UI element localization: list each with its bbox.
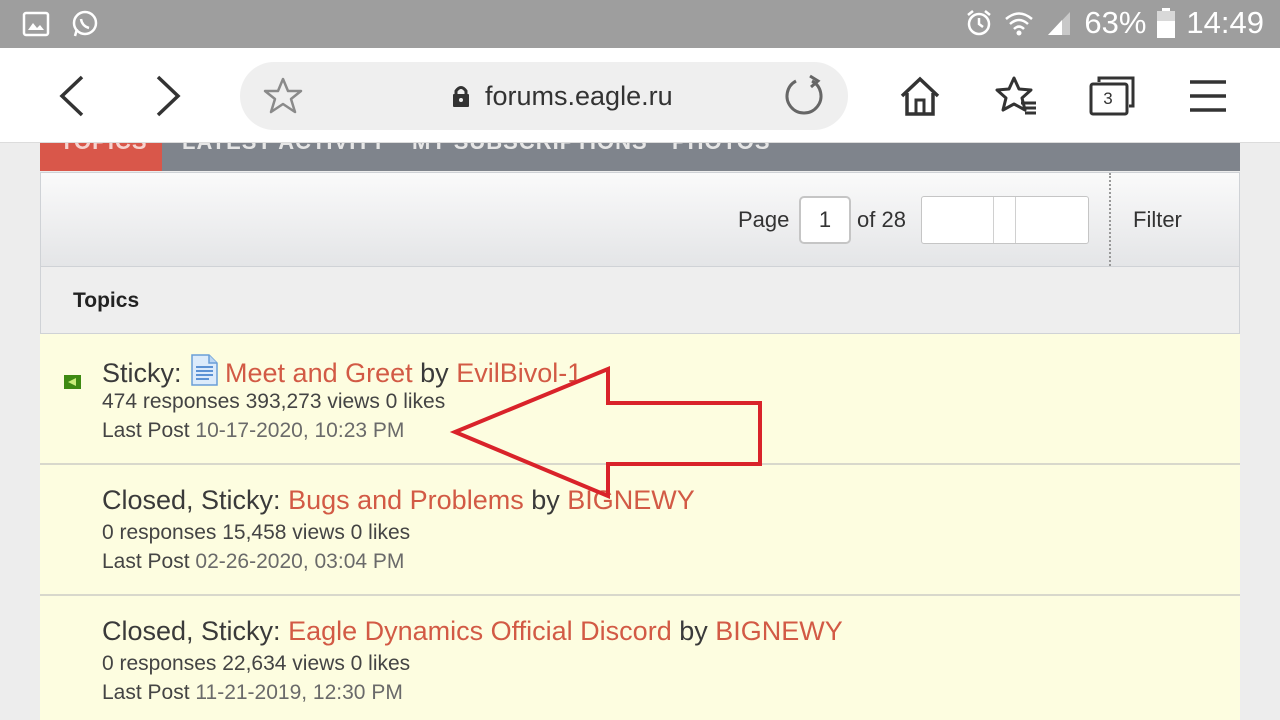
tab-topics[interactable]: TOPICS	[60, 143, 148, 155]
bookmarks-button[interactable]	[990, 70, 1042, 122]
pager-separator	[994, 197, 1016, 243]
topic-author-link[interactable]: EvilBivol-1	[456, 358, 582, 388]
by-label: by	[420, 358, 449, 388]
topic-author-link[interactable]: BIGNEWY	[567, 485, 695, 515]
last-post-label: Last Post	[102, 681, 190, 704]
topic-title-link[interactable]: Eagle Dynamics Official Discord	[288, 616, 672, 646]
next-page-button[interactable]	[1016, 197, 1088, 243]
tab-photos[interactable]: PHOTOS	[672, 143, 771, 155]
page-label: Page	[738, 207, 790, 232]
topic-last-post: Last Post 10-17-2020, 10:23 PM	[102, 419, 404, 443]
wifi-icon	[1004, 8, 1034, 38]
tabs-button[interactable]: 3	[1086, 70, 1138, 122]
url-text: forums.eagle.ru	[485, 81, 673, 111]
tab-count: 3	[1103, 89, 1113, 108]
forum-page: TOPICS LATEST ACTIVITY MY SUBSCRIPTIONS …	[40, 143, 1240, 720]
topic-title-line: Closed, Sticky: Bugs and Problems by BIG…	[102, 485, 695, 516]
topic-stats: 474 responses 393,273 views 0 likes	[102, 390, 446, 413]
new-posts-marker-icon[interactable]	[64, 375, 81, 389]
topic-title-line: Sticky: Meet and Greet by EvilBivol-1	[102, 354, 582, 389]
topics-header: Topics	[40, 267, 1240, 334]
gallery-icon	[22, 10, 50, 38]
pagination-toolbar: Page 1 of 28 Filter	[40, 172, 1240, 267]
last-post-date-link[interactable]: 02-26-2020, 03:04 PM	[195, 550, 404, 573]
topic-prefix: Closed, Sticky:	[102, 616, 281, 646]
last-post-date-link[interactable]: 10-17-2020, 10:23 PM	[195, 419, 404, 442]
address-bar[interactable]: forums.eagle.ru	[240, 62, 848, 130]
last-post-label: Last Post	[102, 419, 190, 442]
clock: 14:49	[1186, 5, 1264, 40]
topic-prefix: Sticky:	[102, 358, 182, 388]
filter-button[interactable]: Filter	[1133, 207, 1182, 233]
document-icon	[191, 354, 218, 386]
reload-icon[interactable]	[782, 74, 826, 123]
hamburger-menu-icon	[1190, 80, 1226, 112]
chevron-right-icon	[156, 75, 181, 117]
topics-header-label: Topics	[73, 289, 140, 312]
topic-row[interactable]: Closed, Sticky: Eagle Dynamics Official …	[40, 596, 1240, 720]
topic-title-line: Closed, Sticky: Eagle Dynamics Official …	[102, 616, 843, 647]
topic-title-link[interactable]: Bugs and Problems	[288, 485, 524, 515]
topic-stats: 0 responses 15,458 views 0 likes	[102, 521, 411, 544]
topic-row[interactable]: Closed, Sticky: Bugs and Problems by BIG…	[40, 465, 1240, 596]
chevron-left-icon	[59, 75, 84, 117]
tabs-icon: 3	[1089, 76, 1135, 116]
page-number-input[interactable]: 1	[799, 196, 851, 244]
topic-last-post: Last Post 11-21-2019, 12:30 PM	[102, 681, 403, 705]
topic-stats: 0 responses 22,634 views 0 likes	[102, 652, 411, 675]
topic-title-link[interactable]: Meet and Greet	[225, 358, 413, 388]
browser-toolbar: forums.eagle.ru 3	[0, 48, 1280, 143]
menu-button[interactable]	[1182, 70, 1234, 122]
pager-buttons	[921, 196, 1089, 244]
last-post-label: Last Post	[102, 550, 190, 573]
bookmarks-list-icon	[995, 76, 1036, 115]
topic-row[interactable]: Sticky: Meet and Greet by EvilBivol-1 47…	[40, 334, 1240, 465]
by-label: by	[679, 616, 708, 646]
topic-prefix: Closed, Sticky:	[102, 485, 281, 515]
home-icon	[900, 76, 940, 116]
total-pages-label: of 28	[857, 207, 906, 232]
whatsapp-icon	[70, 9, 100, 39]
last-post-date-link[interactable]: 11-21-2019, 12:30 PM	[195, 681, 402, 704]
by-label: by	[531, 485, 560, 515]
prev-page-button[interactable]	[922, 197, 994, 243]
topic-author-link[interactable]: BIGNEWY	[715, 616, 843, 646]
forum-tabs: TOPICS LATEST ACTIVITY MY SUBSCRIPTIONS …	[40, 143, 1240, 171]
toolbar-divider	[1109, 173, 1111, 266]
alarm-icon	[964, 8, 994, 38]
tab-my-subscriptions[interactable]: MY SUBSCRIPTIONS	[412, 143, 648, 155]
forward-button[interactable]	[142, 70, 194, 122]
battery-percent: 63%	[1084, 5, 1147, 40]
signal-icon	[1044, 8, 1074, 38]
lock-icon	[451, 84, 471, 113]
battery-icon	[1156, 7, 1176, 39]
back-button[interactable]	[46, 70, 98, 122]
bookmark-star-icon[interactable]	[262, 76, 304, 121]
topic-last-post: Last Post 02-26-2020, 03:04 PM	[102, 550, 404, 574]
tab-latest-activity[interactable]: LATEST ACTIVITY	[182, 143, 386, 155]
home-button[interactable]	[894, 70, 946, 122]
status-bar: 63% 14:49	[0, 0, 1280, 48]
